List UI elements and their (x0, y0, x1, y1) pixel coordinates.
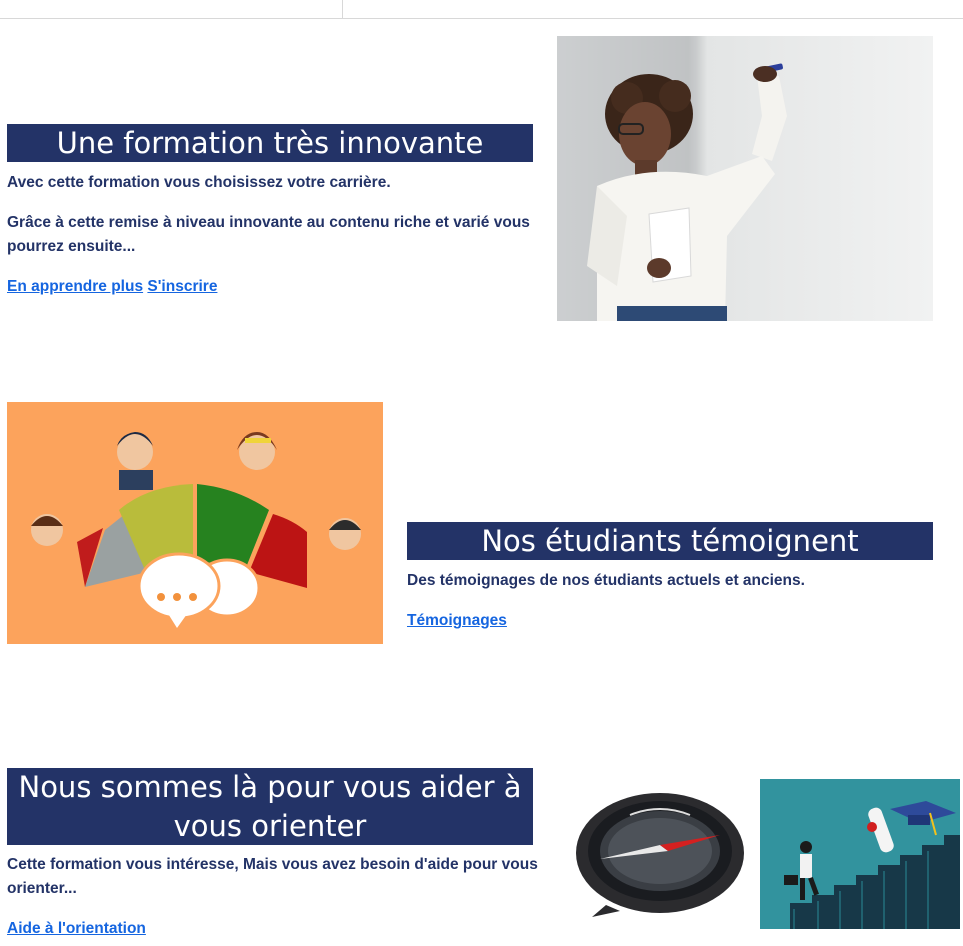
orientation-help-link[interactable]: Aide à l'orientation (7, 920, 146, 937)
teacher-photo (557, 36, 933, 321)
learn-more-link[interactable]: En apprendre plus (7, 278, 143, 295)
section-title: Une formation très innovante (7, 124, 533, 162)
topbar-divider (342, 0, 343, 19)
students-discussion-illustration (7, 402, 383, 644)
graduation-stairs-illustration (760, 779, 960, 929)
register-link[interactable]: S'inscrire (147, 278, 217, 295)
compass-photo (570, 785, 746, 920)
section-links: Témoignages (407, 609, 507, 633)
section-paragraph: Avec cette formation vous choisissez vot… (7, 174, 391, 191)
section-paragraph: Des témoignages de nos étudiants actuels… (407, 572, 805, 589)
section-paragraph: Grâce à cette remise à niveau innovante … (7, 214, 530, 255)
section-links: Aide à l'orientation (7, 917, 146, 941)
section-title: Nos étudiants témoignent (407, 522, 933, 560)
top-navigation-bar (0, 0, 963, 19)
section-links: En apprendre plus S'inscrire (7, 275, 217, 299)
section-title: Nous sommes là pour vous aider à vous or… (7, 768, 533, 845)
testimonials-link[interactable]: Témoignages (407, 612, 507, 629)
section-paragraph: Cette formation vous intéresse, Mais vou… (7, 856, 538, 897)
